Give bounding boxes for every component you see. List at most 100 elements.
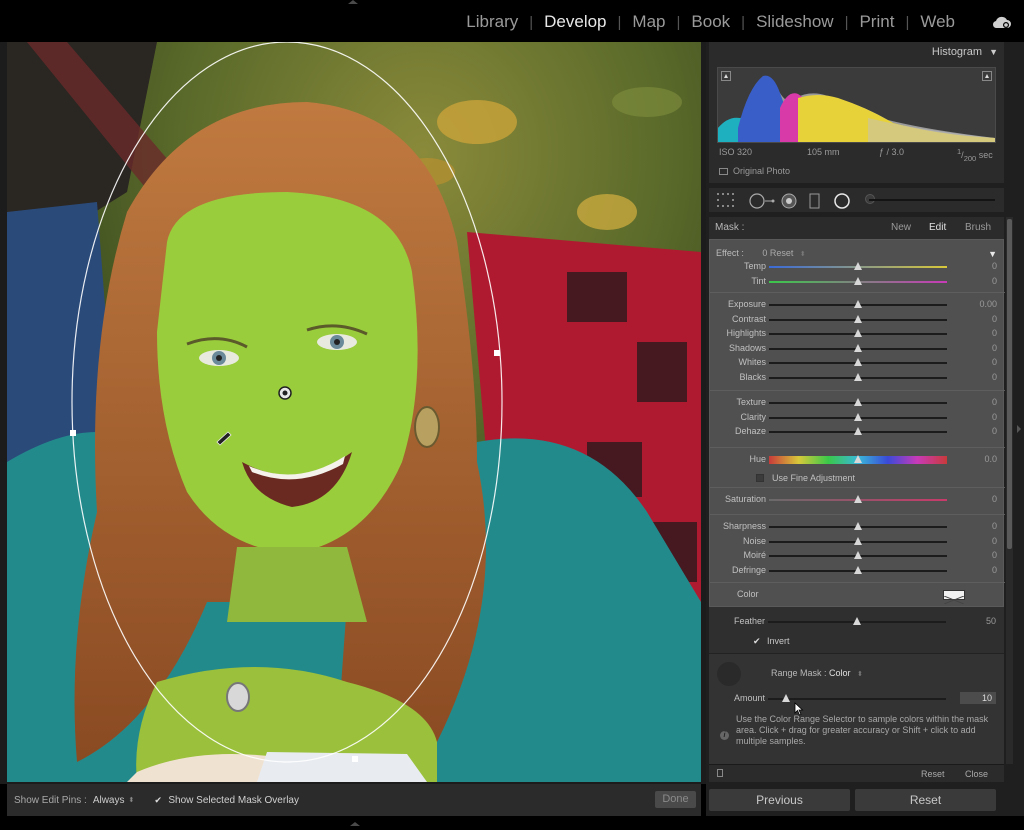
slider-value[interactable]: 0 — [992, 276, 997, 286]
bottom-panel-toggle[interactable] — [350, 822, 360, 826]
slider-knob[interactable] — [854, 329, 862, 338]
panel-scrollbar[interactable] — [1006, 217, 1013, 764]
slider-value[interactable]: 0.00 — [979, 299, 997, 309]
cloud-sync-icon[interactable] — [992, 15, 1012, 29]
chevron-updown-icon[interactable]: ⬍ — [129, 796, 135, 804]
slider-value[interactable]: 10 — [960, 692, 996, 704]
slider-knob[interactable] — [854, 373, 862, 381]
slider-knob[interactable] — [854, 551, 862, 560]
slider-tint[interactable]: Tint 0 — [710, 275, 1005, 289]
slider-knob[interactable] — [854, 358, 862, 367]
slider-value[interactable]: 0 — [992, 521, 997, 531]
panel-reset-button[interactable]: Reset — [921, 769, 945, 779]
slider-knob[interactable] — [854, 522, 862, 530]
slider-value[interactable]: 0 — [992, 536, 997, 546]
slider-blacks[interactable]: Blacks 0 — [710, 371, 1005, 385]
invert-checkbox[interactable]: ✔ Invert — [753, 636, 790, 646]
checkbox-box[interactable] — [756, 474, 764, 482]
color-range-selector-icon[interactable] — [717, 662, 741, 686]
crop-icon[interactable] — [717, 193, 735, 207]
slider-knob[interactable] — [854, 314, 862, 323]
right-panel-toggle[interactable] — [1017, 425, 1021, 433]
slider-value[interactable]: 0 — [992, 372, 997, 382]
slider-whites[interactable]: Whites 0 — [710, 356, 1005, 370]
slider-value[interactable]: 0 — [992, 426, 997, 436]
photo-preview[interactable] — [7, 42, 701, 782]
slider-knob[interactable] — [854, 536, 862, 545]
chevron-updown-icon[interactable]: ⬍ — [857, 671, 863, 678]
slider-value[interactable]: 0 — [992, 357, 997, 367]
shadow-clipping-toggle[interactable] — [721, 71, 731, 81]
mask-overlay-checkbox[interactable]: ✔ Show Selected Mask Overlay — [154, 795, 299, 806]
reset-button[interactable]: Reset — [855, 789, 996, 811]
slider-noise[interactable]: Noise 0 — [710, 535, 1005, 549]
slider-knob[interactable] — [854, 343, 862, 352]
module-book[interactable]: Book — [680, 12, 741, 32]
slider-knob[interactable] — [781, 694, 790, 702]
slider-knob[interactable] — [854, 455, 862, 463]
slider-value[interactable]: 0 — [992, 314, 997, 324]
slider-value[interactable]: 0 — [992, 494, 997, 504]
slider-value[interactable]: 0 — [992, 565, 997, 575]
slider-knob[interactable] — [854, 495, 862, 503]
fine-adjustment-checkbox[interactable]: Use Fine Adjustment — [756, 473, 855, 483]
module-develop[interactable]: Develop — [533, 12, 617, 32]
slider-knob[interactable] — [854, 412, 862, 421]
slider-knob[interactable] — [854, 427, 862, 436]
mask-edit-button[interactable]: Edit — [929, 222, 946, 233]
highlight-clipping-toggle[interactable] — [982, 71, 992, 81]
slider-value[interactable]: 0 — [992, 550, 997, 560]
collapse-triangle-icon[interactable]: ▼ — [989, 47, 998, 57]
module-web[interactable]: Web — [909, 12, 966, 32]
color-swatch[interactable] — [943, 590, 965, 605]
slider-knob[interactable] — [854, 565, 862, 574]
slider-value[interactable]: 0 — [992, 328, 997, 338]
slider-value[interactable]: 0 — [992, 412, 997, 422]
slider-clarity[interactable]: Clarity 0 — [710, 411, 1005, 425]
red-eye-icon[interactable] — [781, 193, 797, 209]
original-photo-toggle[interactable]: Original Photo — [719, 166, 790, 176]
slider-knob[interactable] — [854, 398, 862, 406]
slider-exposure[interactable]: Exposure 0.00 — [710, 298, 1005, 312]
range-mask-select[interactable]: Range Mask : Color ⬍ — [771, 668, 863, 678]
slider-moiré[interactable]: Moiré 0 — [710, 549, 1005, 563]
amount-slider[interactable]: Amount 10 — [709, 692, 1004, 706]
mask-brush-button[interactable]: Brush — [965, 222, 991, 233]
slider-value[interactable]: 0 — [992, 261, 997, 271]
spot-removal-icon[interactable] — [749, 193, 775, 209]
slider-knob[interactable] — [854, 262, 862, 270]
edit-pins-select[interactable]: Always — [93, 795, 125, 806]
slider-saturation[interactable]: Saturation 0 — [710, 493, 1005, 507]
slider-shadows[interactable]: Shadows 0 — [710, 342, 1005, 356]
graduated-filter-icon[interactable] — [809, 193, 821, 209]
scrollbar-thumb[interactable] — [1007, 219, 1012, 549]
slider-contrast[interactable]: Contrast 0 — [710, 313, 1005, 327]
module-slideshow[interactable]: Slideshow — [745, 12, 845, 32]
panel-close-button[interactable]: Close — [965, 769, 988, 779]
slider-texture[interactable]: Texture 0 — [710, 396, 1005, 410]
slider-dehaze[interactable]: Dehaze 0 — [710, 425, 1005, 439]
slider-defringe[interactable]: Defringe 0 — [710, 564, 1005, 578]
module-map[interactable]: Map — [621, 12, 676, 32]
feather-slider[interactable]: Feather 50 — [709, 615, 1004, 629]
done-button[interactable]: Done — [655, 791, 696, 808]
radial-filter-icon[interactable] — [833, 193, 851, 211]
slider-knob[interactable] — [854, 300, 862, 308]
slider-value[interactable]: 50 — [986, 616, 996, 626]
slider-temp[interactable]: Temp 0 — [710, 260, 1005, 274]
histogram-header[interactable]: Histogram ▼ — [709, 42, 1004, 62]
slider-knob[interactable] — [853, 617, 861, 625]
top-panel-toggle[interactable] — [348, 0, 358, 4]
slider-value[interactable]: 0 — [992, 343, 997, 353]
module-print[interactable]: Print — [848, 12, 905, 32]
slider-hue[interactable]: Hue 0.0 — [710, 453, 1005, 467]
module-library[interactable]: Library — [455, 12, 529, 32]
chevron-updown-icon[interactable]: ⬍ — [800, 251, 806, 258]
mask-new-button[interactable]: New — [891, 222, 911, 233]
slider-sharpness[interactable]: Sharpness 0 — [710, 520, 1005, 534]
slider-track[interactable] — [768, 698, 946, 700]
disclosure-triangle-icon[interactable]: ▼ — [988, 249, 997, 259]
slider-value[interactable]: 0 — [992, 397, 997, 407]
slider-value[interactable]: 0.0 — [984, 454, 997, 464]
panel-switch-icon[interactable] — [717, 769, 723, 777]
